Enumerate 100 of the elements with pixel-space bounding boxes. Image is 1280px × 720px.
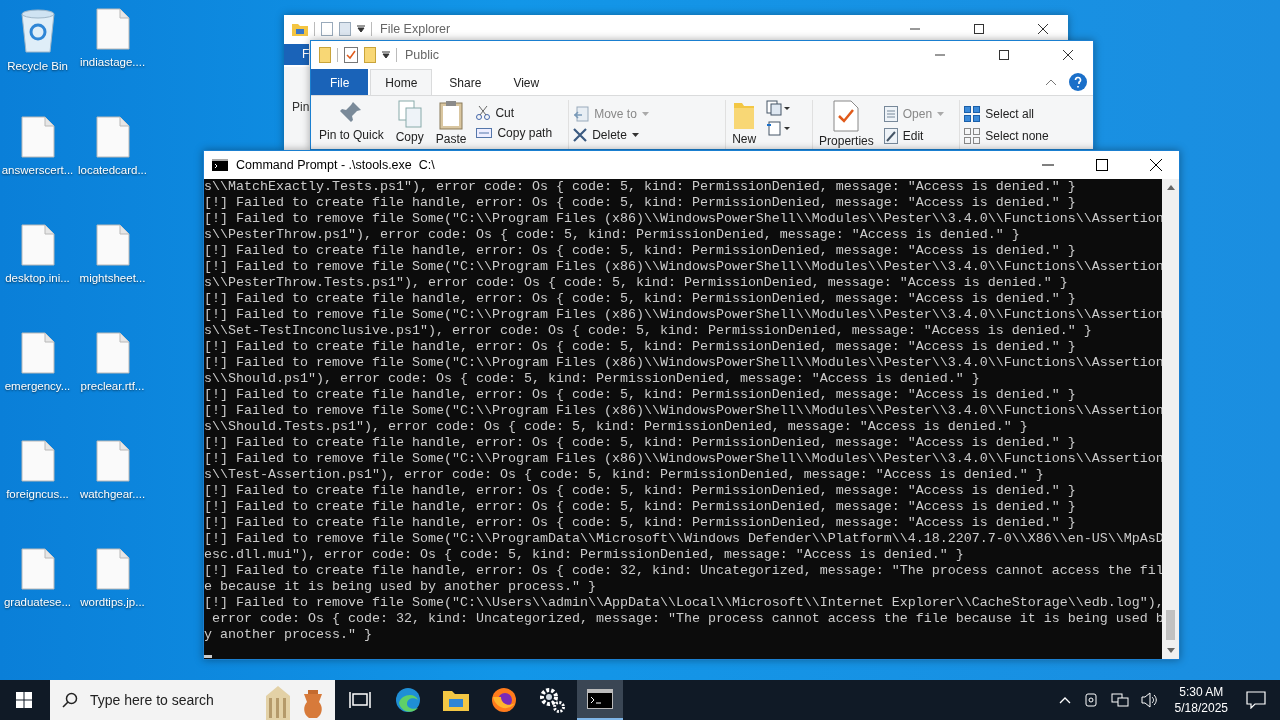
folder-icon: [443, 689, 469, 711]
folder-icon: [292, 22, 308, 36]
caret-icon[interactable]: [631, 133, 639, 137]
maximize-icon[interactable]: [1096, 159, 1108, 171]
notification-icon[interactable]: [1246, 691, 1266, 709]
file-icon[interactable]: [95, 440, 130, 482]
ribbon-tab[interactable]: Share: [434, 69, 497, 95]
file-icon[interactable]: [20, 332, 55, 374]
desktop-icon-label[interactable]: watchgear....: [79, 488, 146, 500]
console-icon: [212, 159, 228, 171]
window-title: Command Prompt - .\stools.exe C:\: [236, 158, 435, 172]
maximize-icon[interactable]: [999, 50, 1009, 60]
search-field[interactable]: Type here to search: [88, 691, 252, 709]
window-title: File Explorer: [380, 22, 451, 36]
scrollbar-thumb[interactable]: [1166, 610, 1175, 640]
maximize-icon[interactable]: [974, 24, 984, 34]
console-line: s\\Set-TestInconclusive.ps1"), error code: Os { code: 5, kind: PermissionDenied, message: "Access is denied." }: [204, 323, 1093, 339]
console-line: [!] Failed to remove file Some("C:\\Program Files (x86)\\WindowsPowerShell\\Modules\\Pester\\3.4.0\\Functions\\Assertion: [204, 355, 1162, 371]
new-item-icon[interactable]: [766, 100, 791, 116]
file-icon[interactable]: [20, 116, 55, 158]
console-line: [!] Failed to create file handle, error: Os { code: 5, kind: PermissionDenied, message: "Access is denied." }: [204, 435, 1077, 451]
ribbon-button[interactable]: Select none: [983, 129, 1051, 143]
search-bar[interactable]: Type here to search: [50, 680, 335, 720]
desktop-icon-label[interactable]: emergency...: [4, 380, 71, 392]
copy-icon: [397, 100, 422, 128]
clock[interactable]: 5:30 AM 5/18/2025: [1174, 684, 1228, 716]
desktop-icon-label[interactable]: mightsheet...: [79, 272, 146, 284]
search-icon: [62, 692, 78, 708]
console-line: [!] Failed to create file handle, error: Os { code: 5, kind: PermissionDenied, message: "Access is denied." }: [204, 387, 1077, 403]
ribbon-button[interactable]: Edit: [900, 129, 926, 143]
ribbon-button[interactable]: Cut: [493, 106, 517, 120]
file-icon[interactable]: [95, 116, 130, 158]
file-icon[interactable]: [20, 440, 55, 482]
desktop-icon-label[interactable]: graduatese...: [3, 596, 72, 608]
text-cursor: [204, 655, 212, 658]
chevron-up-icon[interactable]: [1058, 696, 1071, 704]
ribbon-tab[interactable]: View: [498, 69, 555, 95]
ribbon-button[interactable]: Delete: [590, 128, 629, 142]
scroll-down-icon[interactable]: [1166, 648, 1175, 653]
collapse-icon[interactable]: [1045, 78, 1057, 86]
ribbon-button[interactable]: Paste: [433, 132, 469, 146]
desktop-icon-label[interactable]: Recycle Bin: [7, 60, 68, 72]
clock-time: 5:30 AM: [1179, 684, 1224, 700]
ribbon-button[interactable]: Copy: [393, 130, 426, 144]
close-icon[interactable]: [1038, 24, 1048, 34]
ribbon-button[interactable]: Copy path: [495, 126, 555, 140]
delete-icon: [573, 128, 588, 142]
help-icon[interactable]: [1069, 73, 1087, 91]
dropdown-icon[interactable]: [382, 51, 390, 59]
console-line: [!] Failed to remove file Some("C:\\Program Files (x86)\\WindowsPowerShell\\Modules\\Pester\\3.4.0\\Functions\\Assertion: [204, 211, 1162, 227]
console-line: esc.dll.mui"), error code: Os { code: 5, kind: PermissionDenied, message: "Access is denied." }: [204, 547, 965, 563]
taskbar-button[interactable]: [577, 680, 623, 720]
clock-date: 5/18/2025: [1174, 700, 1228, 716]
browser-swirl-icon: [395, 687, 421, 713]
network-icon[interactable]: [1110, 692, 1129, 708]
file-icon[interactable]: [95, 332, 130, 374]
desktop-icon-label[interactable]: answerscert...: [1, 164, 74, 176]
console-line: s\\PesterThrow.ps1"), error code: Os { code: 5, kind: PermissionDenied, message: "Access is denied." }: [204, 227, 1021, 243]
desktop-icon-label[interactable]: preclear.rtf...: [80, 380, 145, 392]
desktop-icon-label[interactable]: foreigncus...: [6, 488, 69, 500]
ribbon-button[interactable]: New: [730, 132, 759, 146]
desktop-icon-label[interactable]: desktop.ini...: [5, 272, 70, 284]
ribbon-label[interactable]: Pin: [292, 100, 310, 114]
console-line: y another process." }: [204, 627, 373, 643]
console-line: s\\Should.ps1"), error code: Os { code: 5, kind: PermissionDenied, message: "Access is denied." }: [204, 371, 981, 387]
console-line: s\\Should.Tests.ps1"), error code: Os { code: 5, kind: PermissionDenied, message: "Access is denied." }: [204, 419, 1029, 435]
device-icon[interactable]: [1082, 692, 1099, 708]
close-icon[interactable]: [1063, 50, 1073, 60]
path-icon: [476, 128, 493, 138]
move-icon: [573, 106, 590, 122]
easy-access-icon[interactable]: [766, 120, 791, 136]
dropdown-icon[interactable]: [357, 25, 365, 33]
file-icon[interactable]: [95, 8, 130, 50]
gears-icon: [538, 686, 566, 714]
console-line: s\\PesterThrow.Tests.ps1"), error code: Os { code: 5, kind: PermissionDenied, message: "Access is denied." }: [204, 275, 1069, 291]
console-icon: [587, 689, 613, 709]
select-grid-icon: [964, 128, 981, 144]
file-icon[interactable]: [95, 548, 130, 590]
file-icon[interactable]: [20, 224, 55, 266]
desktop-icon-label[interactable]: wordtips.jp...: [80, 596, 145, 608]
ribbon-tab[interactable]: File: [311, 69, 369, 95]
scrollbar[interactable]: [1162, 179, 1179, 659]
desktop-icon-label[interactable]: indiastage....: [79, 56, 146, 68]
scroll-up-icon[interactable]: [1166, 185, 1175, 190]
console-line: [!] Failed to create file handle, error: Os { code: 5, kind: PermissionDenied, message: "Access is denied." }: [204, 195, 1077, 211]
file-icon[interactable]: [95, 224, 130, 266]
select-grid-icon: [964, 106, 981, 122]
cut-off-tab[interactable]: F: [284, 44, 310, 65]
console-line: s\\Test-Assertion.ps1"), error code: Os { code: 5, kind: PermissionDenied, message: "Access is denied." }: [204, 467, 1045, 483]
speaker-icon[interactable]: [1140, 692, 1159, 708]
ribbon-button[interactable]: Pin to Quick: [317, 128, 386, 142]
console-line: [!] Failed to create file handle, error: Os { code: 5, kind: PermissionDenied, message: "Access is denied." }: [204, 243, 1077, 259]
console-line: s\\MatchExactly.Tests.ps1"), error code: Os { code: 5, kind: PermissionDenied, message: "Access is denied." }: [204, 179, 1077, 195]
ribbon-button[interactable]: Select all: [983, 107, 1036, 121]
ribbon-tab[interactable]: Home: [370, 69, 433, 95]
close-icon[interactable]: [1150, 159, 1162, 171]
desktop-icon-label[interactable]: locatedcard...: [77, 164, 147, 176]
ribbon-button[interactable]: Properties: [817, 134, 876, 148]
file-icon[interactable]: [20, 548, 55, 590]
windows-logo-icon: [16, 692, 32, 708]
